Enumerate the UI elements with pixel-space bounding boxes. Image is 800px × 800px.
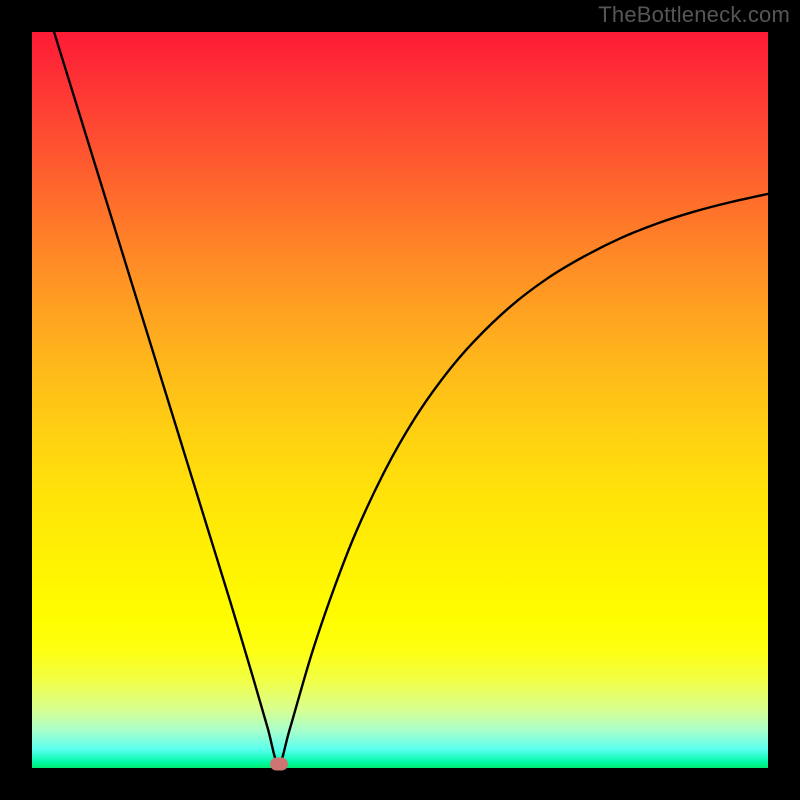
bottleneck-curve [54,32,768,764]
plot-area [32,32,768,768]
optimal-point-marker [270,758,288,771]
curve-svg [32,32,768,768]
attribution-text: TheBottleneck.com [598,2,790,28]
chart-frame: TheBottleneck.com [0,0,800,800]
